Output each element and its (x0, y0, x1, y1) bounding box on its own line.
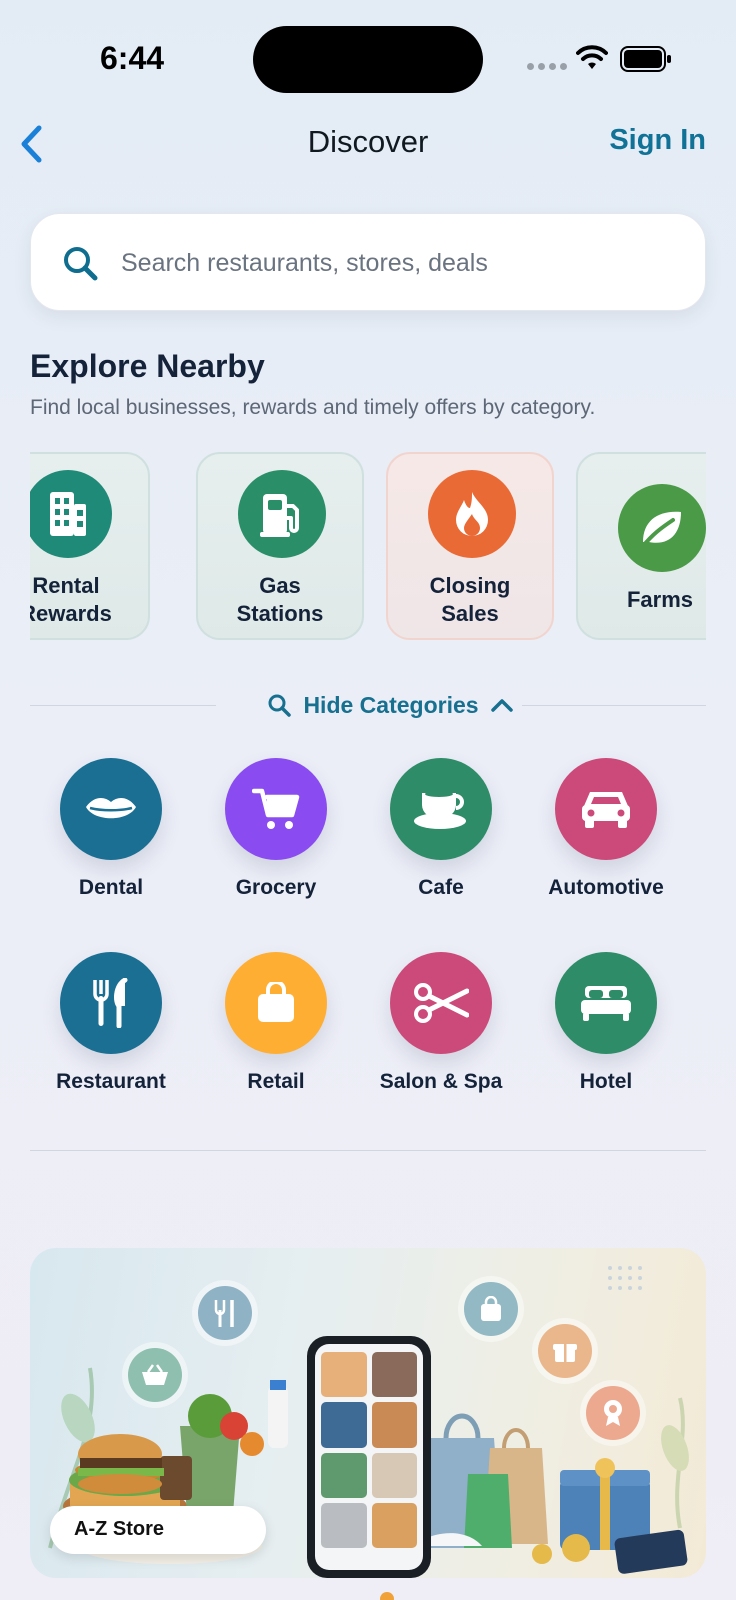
category-label: Retail (247, 1070, 305, 1093)
category-label: Dental (78, 876, 144, 899)
dynamic-island (253, 26, 483, 93)
hide-categories-button[interactable]: Hide Categories (240, 683, 540, 727)
section-divider (30, 1150, 706, 1151)
category-retail[interactable]: Retail (201, 952, 351, 1102)
category-label: Cafe (418, 876, 464, 899)
car-icon (555, 758, 657, 860)
gift-icon (538, 1324, 592, 1378)
coffee-cup-icon (390, 758, 492, 860)
card-label: Gas Stations (236, 573, 324, 626)
category-restaurant[interactable]: Restaurant (36, 952, 186, 1102)
store-label: A-Z Store (74, 1518, 164, 1540)
category-label: Salon & Spa (379, 1070, 503, 1093)
search-input[interactable] (121, 234, 681, 292)
card-gas-stations[interactable]: Gas Stations (196, 452, 364, 640)
card-label: RentalRewards (30, 573, 112, 626)
store-badge[interactable]: A-Z Store (50, 1506, 266, 1554)
featured-categories-carousel[interactable]: RentalRewards GasStations ClosingSales F… (30, 450, 706, 642)
search-icon (64, 247, 98, 281)
card-label: Farms (626, 587, 694, 612)
phone-mockup (307, 1336, 431, 1578)
battery-icon (620, 46, 671, 72)
sign-in-button[interactable]: Sign In (609, 124, 706, 157)
hide-categories-label: Hide Categories (303, 691, 479, 718)
category-label: Hotel (579, 1070, 633, 1093)
fork-knife-icon (60, 952, 162, 1054)
card-farms[interactable]: Farms (576, 452, 706, 640)
building-icon (30, 470, 112, 558)
category-automotive[interactable]: Automotive (531, 758, 681, 908)
gas-pump-icon (238, 470, 326, 558)
categories-toggle-row: Hide Categories (30, 683, 706, 727)
award-badge-icon (586, 1386, 640, 1440)
bed-icon (555, 952, 657, 1054)
status-bar: 6:44 (0, 0, 736, 110)
lips-icon (60, 758, 162, 860)
category-label: Automotive (548, 876, 664, 899)
search-icon (268, 694, 292, 717)
a-z-store-banner[interactable]: A-Z Store (30, 1248, 706, 1578)
scissors-icon (390, 952, 492, 1054)
card-rental-rewards[interactable]: RentalRewards (30, 452, 150, 640)
category-cafe[interactable]: Cafe (366, 758, 516, 908)
category-dental[interactable]: Dental (36, 758, 186, 908)
category-grocery[interactable]: Grocery (201, 758, 351, 908)
explore-nearby-subtitle: Find local businesses, rewards and timel… (30, 396, 596, 419)
fork-knife-icon (198, 1286, 252, 1340)
basket-icon (128, 1348, 182, 1402)
category-hotel[interactable]: Hotel (531, 952, 681, 1102)
shopping-bag-icon (464, 1282, 518, 1336)
divider-line (522, 705, 706, 706)
flame-icon (428, 470, 516, 558)
card-closing-sales[interactable]: Closing Sales (386, 452, 554, 640)
status-time: 6:44 (100, 40, 165, 76)
chevron-up-icon (490, 699, 513, 712)
cart-icon (225, 758, 327, 860)
divider-line (30, 705, 216, 706)
explore-nearby-title: Explore Nearby (30, 348, 265, 384)
search-bar[interactable] (30, 213, 706, 311)
cellular-signal-icon (527, 63, 567, 70)
nav-bar: Discover Sign In (0, 110, 736, 180)
leaf-icon (618, 484, 706, 572)
category-salon-spa[interactable]: Salon & Spa (366, 952, 516, 1102)
shopping-bag-icon (225, 952, 327, 1054)
page-indicator-dot (380, 1592, 394, 1600)
category-label: Restaurant (56, 1070, 166, 1093)
wifi-icon (576, 45, 608, 69)
card-label: Closing Sales (429, 573, 511, 626)
category-label: Grocery (235, 876, 317, 899)
